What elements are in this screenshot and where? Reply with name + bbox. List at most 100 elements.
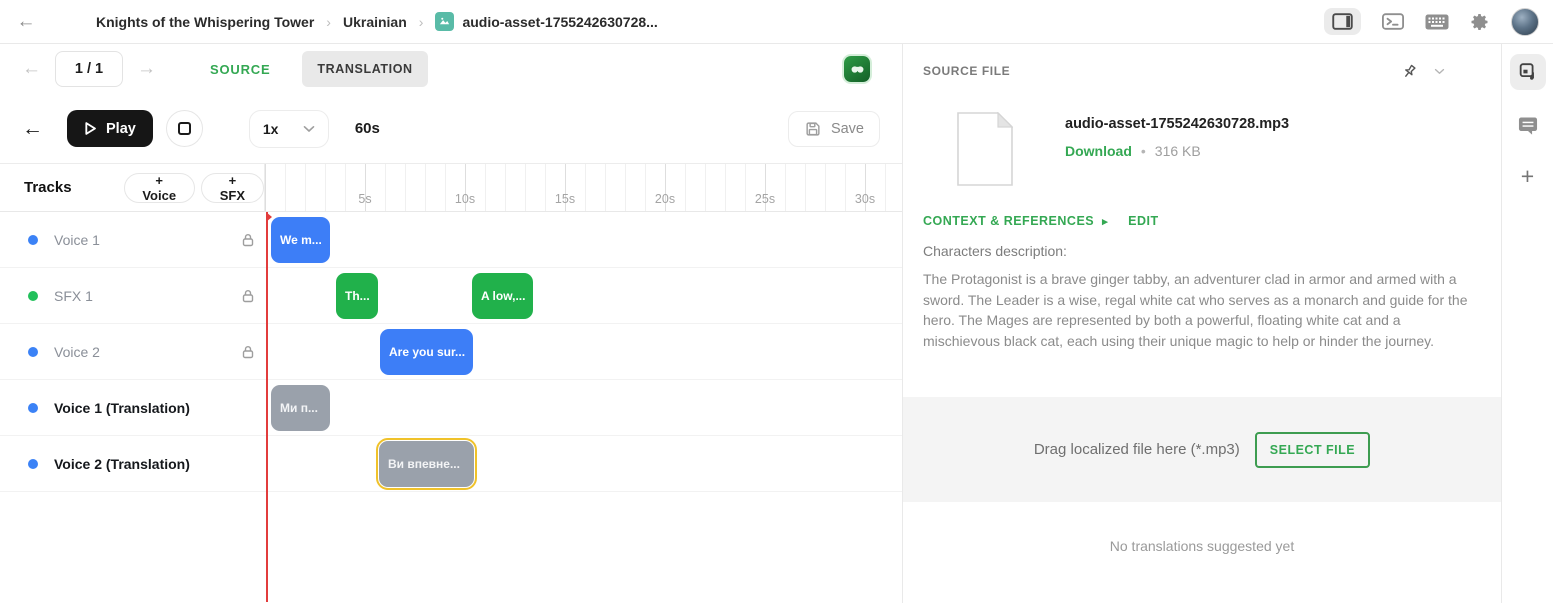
track-name: Voice 1 [54,232,240,248]
breadcrumb-language[interactable]: Ukrainian [343,14,407,30]
caret-right-icon: ▸ [1102,215,1108,228]
source-file-info: audio-asset-1755242630728.mp3 Download •… [1065,112,1289,159]
track-color-dot [28,347,38,357]
topbar: ← Knights of the Whispering Tower › Ukra… [0,0,1553,44]
lock-icon[interactable] [240,232,256,248]
file-icon [957,112,1013,186]
characters-description-text: The Protagonist is a brave ginger tabby,… [923,269,1481,351]
file-size: 316 KB [1155,143,1201,159]
menu-icon[interactable] [52,15,72,29]
terminal-icon[interactable] [1382,13,1404,30]
breadcrumb: Knights of the Whispering Tower › Ukrain… [96,12,658,31]
audio-clip[interactable]: Th... [336,273,378,319]
download-link[interactable]: Download [1065,143,1132,159]
next-page-icon[interactable]: → [131,58,162,80]
tracks-header: Tracks + Voice + SFX 5s 10s 15s 20s 25s … [0,164,902,212]
play-button[interactable]: Play [67,110,153,147]
ruler-tick: 15s [555,192,575,206]
chevron-down-icon [303,125,315,133]
source-file-meta: Download • 316 KB [1065,143,1289,159]
localized-file-dropzone[interactable]: Drag localized file here (*.mp3) SELECT … [903,397,1501,502]
context-references-link[interactable]: CONTEXT & REFERENCES [923,214,1094,228]
speed-dropdown[interactable]: 1x [249,110,329,148]
play-label: Play [106,121,136,137]
characters-description-title: Characters description: [923,243,1481,259]
track-color-dot [28,459,38,469]
save-label: Save [831,121,864,137]
app-badge-icon[interactable] [844,56,870,82]
topbar-right [1324,8,1539,36]
ruler-spacer [888,164,902,212]
source-file-title: SOURCE FILE [923,64,1010,78]
lock-icon[interactable] [240,288,256,304]
audio-clip-selected[interactable]: Ви впевне... [379,441,474,487]
context-references-row: CONTEXT & REFERENCES ▸ EDIT [923,214,1481,228]
keyboard-icon[interactable] [1425,14,1449,30]
stop-icon [178,122,191,135]
media-thumbnail-icon [435,12,454,31]
lock-icon[interactable] [240,344,256,360]
breadcrumb-asset-label: audio-asset-1755242630728... [462,14,657,30]
ruler-tick: 5s [358,192,371,206]
audio-clip[interactable]: Ми п... [271,385,330,431]
audio-clip[interactable]: Are you sur... [380,329,473,375]
track-name: Voice 2 [54,344,240,360]
track-name: SFX 1 [54,288,240,304]
track-name: Voice 2 (Translation) [54,456,240,472]
chevron-right-icon: › [419,14,424,30]
tracks-body: Voice 1 SFX 1 Voice 2 Voice 1 (Translati… [0,212,902,603]
comment-icon [1517,117,1539,136]
settings-gear-icon[interactable] [1470,12,1490,32]
save-button[interactable]: Save [788,111,880,147]
chevron-down-icon[interactable] [1434,68,1445,75]
audio-clip[interactable]: We m... [271,217,330,263]
dropzone-hint: Drag localized file here (*.mp3) [1034,441,1240,458]
save-icon [804,120,822,138]
plus-icon: + [1521,165,1534,188]
stop-button[interactable] [166,110,203,147]
playback-toolbar: ← Play 1x 60s Save [0,94,902,164]
panel-header-actions [1401,63,1481,80]
add-sfx-button[interactable]: + SFX [201,173,264,203]
back-arrow-icon[interactable]: ← [14,11,38,33]
prev-page-icon[interactable]: ← [16,58,47,80]
speed-value: 1x [263,121,279,137]
source-file-panel: SOURCE FILE audio-asset-1755242630728.mp… [903,44,1501,603]
main-area: ← 1 / 1 → SOURCE TRANSLATION ← Play 1x 6… [0,44,1553,603]
tab-translation[interactable]: TRANSLATION [302,51,427,87]
add-voice-button[interactable]: + Voice [124,173,195,203]
ruler-tick: 25s [755,192,775,206]
breadcrumb-project[interactable]: Knights of the Whispering Tower [96,14,314,30]
track-color-dot [28,403,38,413]
ruler-tick: 30s [855,192,875,206]
no-translations-message: No translations suggested yet [923,538,1481,554]
timeline-ruler[interactable]: 5s 10s 15s 20s 25s 30s [265,164,888,212]
ruler-tick: 10s [455,192,475,206]
bullet-separator: • [1141,143,1146,159]
topbar-left: ← Knights of the Whispering Tower › Ukra… [14,11,658,33]
source-filename: audio-asset-1755242630728.mp3 [1065,116,1289,132]
media-audio-panel-button[interactable] [1510,54,1546,90]
edit-link[interactable]: EDIT [1128,214,1158,228]
select-file-button[interactable]: SELECT FILE [1255,432,1370,468]
breadcrumb-asset[interactable]: audio-asset-1755242630728... [435,12,657,31]
tracks-header-left: Tracks + Voice + SFX [0,164,265,212]
ruler-tick: 20s [655,192,675,206]
page-indicator: 1 / 1 [55,51,123,87]
pin-icon[interactable] [1398,59,1422,83]
audio-clip[interactable]: A low,... [472,273,533,319]
chevron-right-icon: › [326,14,331,30]
track-color-dot [28,235,38,245]
rewind-start-icon[interactable]: ← [22,117,43,141]
user-avatar[interactable] [1511,8,1539,36]
panel-layout-toggle-button[interactable] [1324,8,1361,35]
duration-label: 60s [355,120,380,137]
right-icon-rail: + [1501,44,1553,603]
tab-source[interactable]: SOURCE [204,52,276,87]
comments-panel-button[interactable] [1510,108,1546,144]
clips-layer: We m... Th... A low,... Are you sur... М… [265,212,887,603]
pager-toolbar: ← 1 / 1 → SOURCE TRANSLATION [0,44,902,94]
track-name: Voice 1 (Translation) [54,400,240,416]
playhead[interactable] [266,212,268,602]
add-panel-button[interactable]: + [1510,158,1546,194]
